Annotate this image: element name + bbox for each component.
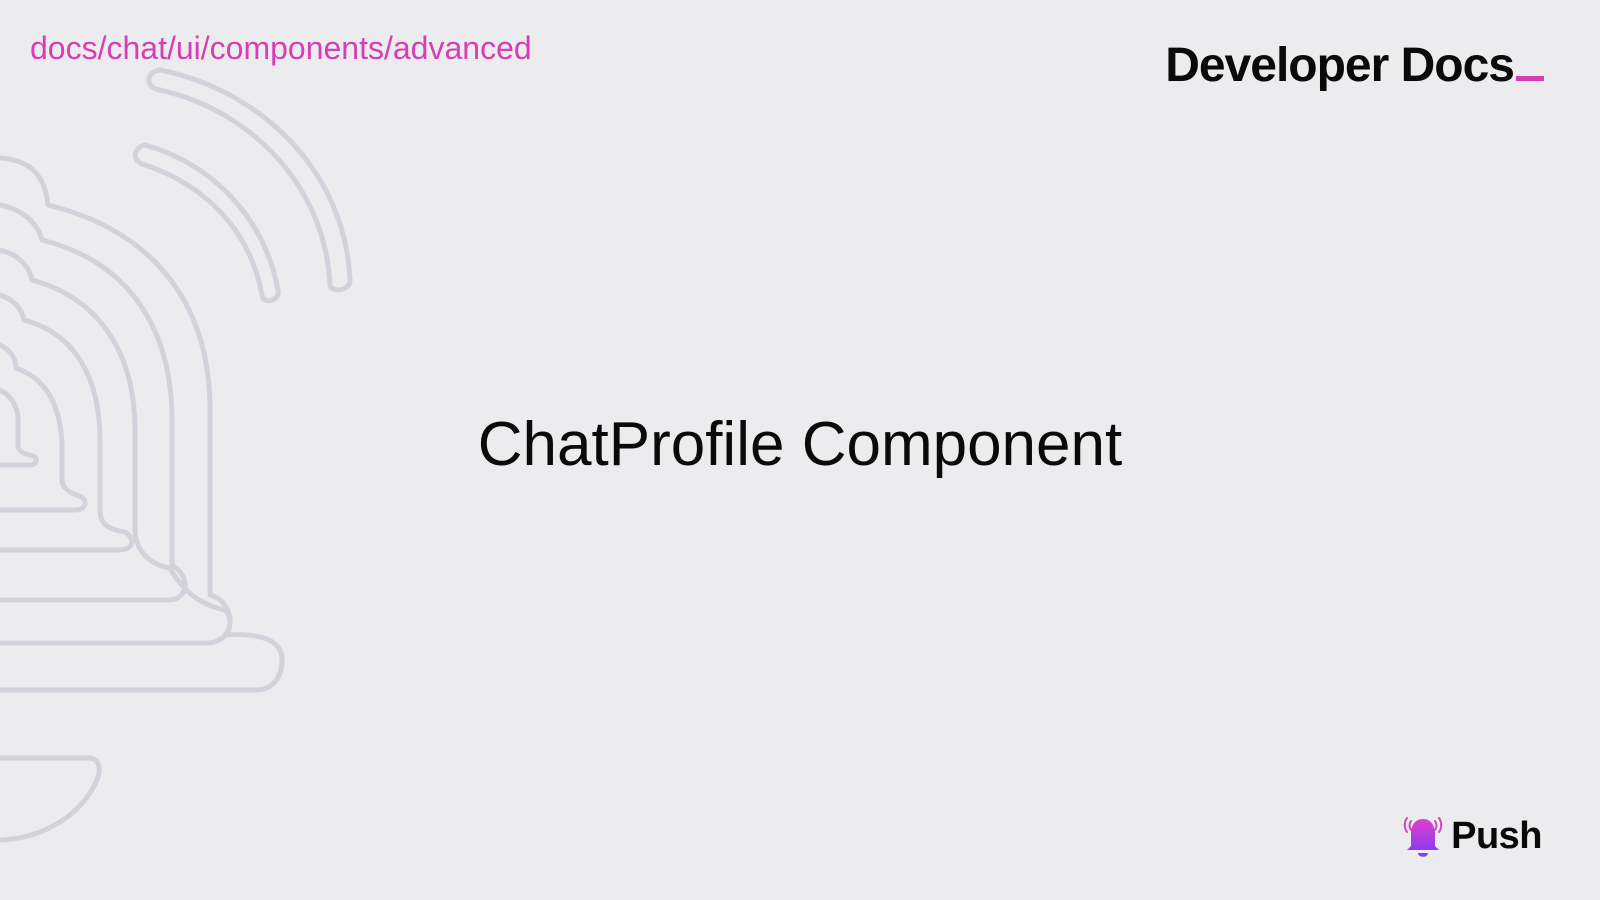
push-logo[interactable]: Push [1401, 812, 1542, 860]
breadcrumb[interactable]: docs/chat/ui/components/advanced [30, 28, 532, 68]
bell-icon [1403, 817, 1443, 857]
page: docs/chat/ui/components/advanced Develop… [0, 0, 1600, 900]
brand-title: Developer Docs [1165, 39, 1515, 92]
cursor-bar [1516, 76, 1544, 81]
page-title: ChatProfile Component [477, 410, 1123, 479]
logo-wordmark: Push [1451, 815, 1542, 857]
